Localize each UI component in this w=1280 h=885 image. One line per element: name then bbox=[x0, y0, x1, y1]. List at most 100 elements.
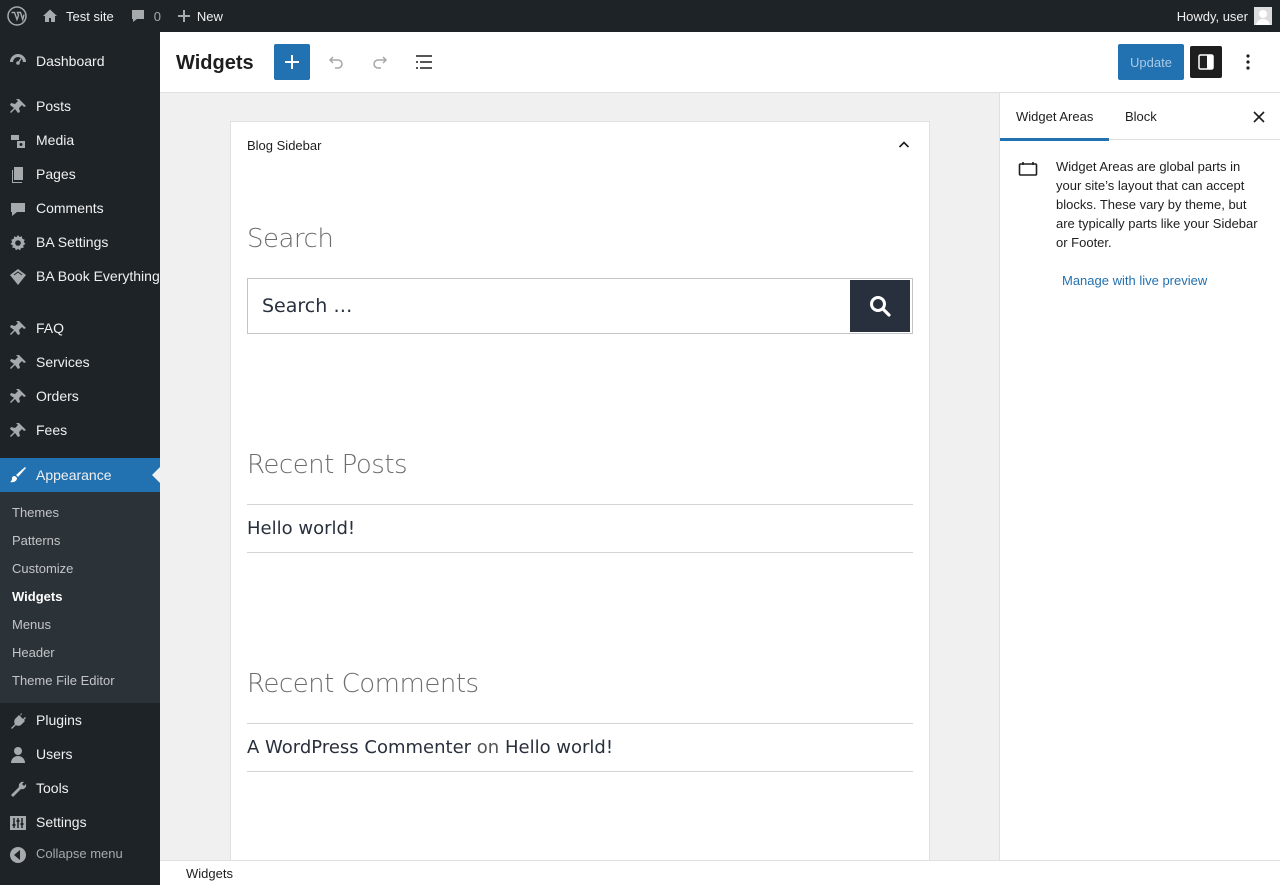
search-input[interactable] bbox=[248, 279, 848, 333]
collapse-menu-button[interactable]: Collapse menu bbox=[0, 845, 160, 863]
ticket-icon bbox=[8, 267, 28, 287]
collapse-icon bbox=[8, 845, 28, 865]
user-icon bbox=[8, 745, 28, 765]
pin-icon bbox=[8, 421, 28, 441]
divider bbox=[247, 504, 913, 505]
search-icon bbox=[870, 296, 891, 317]
submenu-item-header[interactable]: Header bbox=[12, 645, 55, 661]
comment-icon bbox=[8, 199, 28, 219]
block-inserter-button[interactable] bbox=[274, 44, 310, 80]
divider bbox=[247, 723, 913, 724]
home-icon bbox=[43, 9, 57, 22]
new-content-link[interactable]: New bbox=[169, 0, 231, 32]
appearance-submenu: Themes Patterns Customize Widgets Menus … bbox=[0, 492, 160, 703]
list-view-icon bbox=[416, 55, 432, 69]
widget-areas-description: Widget Areas are global parts in your si… bbox=[1056, 159, 1258, 250]
close-icon[interactable] bbox=[1249, 107, 1269, 127]
menu-item-ba-settings[interactable]: BA Settings bbox=[0, 233, 160, 251]
editor-footer: Widgets bbox=[160, 860, 1280, 885]
comment-post-link[interactable]: Hello world! bbox=[505, 737, 613, 758]
recent-posts-heading: Recent Posts bbox=[247, 450, 408, 480]
pin-icon bbox=[8, 387, 28, 407]
submenu-item-widgets[interactable]: Widgets bbox=[12, 589, 62, 605]
submenu-item-patterns[interactable]: Patterns bbox=[12, 533, 60, 549]
search-submit-button[interactable] bbox=[850, 280, 910, 332]
more-vertical-icon bbox=[1246, 54, 1250, 70]
undo-button[interactable] bbox=[318, 44, 354, 80]
menu-item-posts[interactable]: Posts bbox=[0, 97, 160, 115]
media-icon bbox=[8, 131, 28, 151]
settings-sidebar-toggle[interactable] bbox=[1190, 46, 1222, 78]
editor-canvas: Blog Sidebar Search Recent Posts Hello w… bbox=[160, 93, 999, 860]
options-menu-button[interactable] bbox=[1230, 44, 1266, 80]
search-widget bbox=[247, 278, 913, 334]
menu-item-media[interactable]: Media bbox=[0, 131, 160, 149]
comments-link[interactable]: 0 bbox=[122, 0, 169, 32]
menu-label: Plugins bbox=[36, 712, 82, 728]
site-name: Test site bbox=[66, 8, 114, 24]
list-view-button[interactable] bbox=[406, 44, 442, 80]
submenu-item-menus[interactable]: Menus bbox=[12, 617, 51, 633]
menu-label: Media bbox=[36, 132, 75, 148]
admin-menu: Dashboard Posts Media Pages Comments BA … bbox=[0, 32, 160, 885]
update-button[interactable]: Update bbox=[1118, 44, 1184, 80]
submenu-item-themes[interactable]: Themes bbox=[12, 505, 59, 521]
breadcrumb[interactable]: Widgets bbox=[186, 866, 233, 881]
comment-bubble-icon bbox=[131, 10, 144, 22]
widget-area-icon bbox=[1018, 161, 1038, 180]
pin-icon bbox=[8, 319, 28, 339]
undo-icon bbox=[328, 56, 343, 69]
menu-item-orders[interactable]: Orders bbox=[0, 387, 160, 405]
menu-label: Users bbox=[36, 746, 73, 762]
menu-item-tools[interactable]: Tools bbox=[0, 779, 160, 797]
menu-item-faq[interactable]: FAQ bbox=[0, 319, 160, 337]
submenu-item-customize[interactable]: Customize bbox=[12, 561, 73, 577]
dashboard-icon bbox=[8, 52, 28, 72]
menu-item-dashboard[interactable]: Dashboard bbox=[0, 52, 160, 70]
menu-label: Dashboard bbox=[36, 53, 105, 69]
menu-label: Orders bbox=[36, 388, 79, 404]
comments-count: 0 bbox=[153, 8, 161, 24]
widget-area-title[interactable]: Blog Sidebar bbox=[247, 138, 321, 154]
sidebar-tabs: Widget Areas Block bbox=[999, 93, 1280, 141]
my-account-link[interactable]: Howdy, user bbox=[1169, 0, 1280, 32]
menu-item-pages[interactable]: Pages bbox=[0, 165, 160, 183]
sidebar-icon bbox=[1198, 54, 1214, 70]
menu-item-settings[interactable]: Settings bbox=[0, 813, 160, 831]
page-title: Widgets bbox=[176, 52, 254, 74]
manage-live-preview-link[interactable]: Manage with live preview bbox=[1062, 273, 1207, 288]
menu-item-users[interactable]: Users bbox=[0, 745, 160, 763]
site-name-link[interactable]: Test site bbox=[34, 0, 122, 32]
tab-block[interactable]: Block bbox=[1125, 93, 1157, 140]
new-label: New bbox=[196, 8, 223, 24]
comment-author-link[interactable]: A WordPress Commenter bbox=[247, 737, 471, 758]
menu-item-fees[interactable]: Fees bbox=[0, 421, 160, 439]
menu-label: Appearance bbox=[36, 467, 112, 483]
submenu-item-theme-file-editor[interactable]: Theme File Editor bbox=[12, 673, 115, 689]
menu-item-comments[interactable]: Comments bbox=[0, 199, 160, 217]
redo-icon bbox=[373, 56, 388, 69]
menu-item-appearance[interactable]: Appearance bbox=[0, 458, 160, 492]
menu-item-ba-book-everything[interactable]: BA Book Everything bbox=[0, 267, 160, 285]
search-widget-heading: Search bbox=[247, 224, 334, 254]
menu-item-services[interactable]: Services bbox=[0, 353, 160, 371]
divider bbox=[247, 771, 913, 772]
settings-sidebar: Widget Areas Block Widget Areas are glob… bbox=[999, 93, 1280, 860]
menu-item-plugins[interactable]: Plugins bbox=[0, 711, 160, 729]
menu-label: Settings bbox=[36, 814, 87, 830]
gear-icon bbox=[8, 233, 28, 253]
redo-button[interactable] bbox=[362, 44, 398, 80]
menu-label: FAQ bbox=[36, 320, 65, 336]
recent-post-link[interactable]: Hello world! bbox=[247, 518, 355, 540]
plus-icon bbox=[285, 55, 299, 69]
recent-comment-item: A WordPress Commenter on Hello world! bbox=[247, 737, 613, 759]
menu-label: Pages bbox=[36, 166, 76, 182]
tab-widget-areas[interactable]: Widget Areas bbox=[999, 93, 1110, 141]
menu-label: Fees bbox=[36, 422, 68, 438]
pin-icon bbox=[8, 97, 28, 117]
divider bbox=[247, 552, 913, 553]
wordpress-logo-icon[interactable] bbox=[0, 0, 34, 32]
recent-comments-heading: Recent Comments bbox=[247, 669, 479, 699]
chevron-up-icon[interactable] bbox=[897, 138, 911, 155]
menu-label: Comments bbox=[36, 200, 104, 216]
